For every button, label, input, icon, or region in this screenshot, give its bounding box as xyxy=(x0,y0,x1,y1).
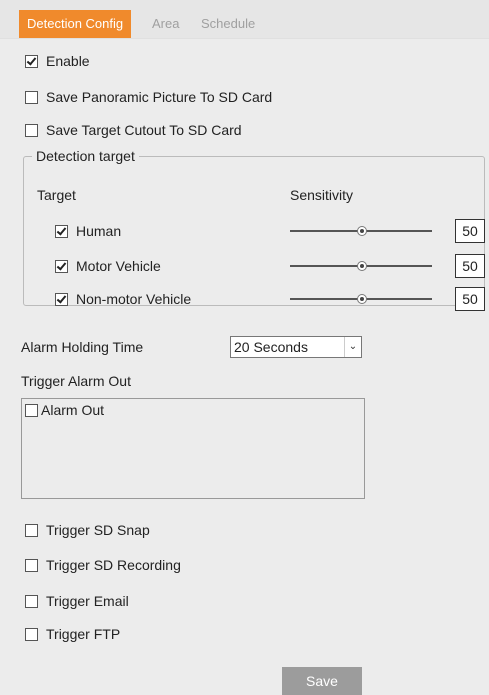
trigger-email-option[interactable]: Trigger Email xyxy=(25,593,129,609)
tab-detection-config[interactable]: Detection Config xyxy=(19,10,132,38)
human-slider-thumb[interactable] xyxy=(357,226,367,236)
motor-vehicle-slider-thumb[interactable] xyxy=(357,261,367,271)
non-motor-vehicle-slider-thumb[interactable] xyxy=(357,294,367,304)
save-panoramic-option[interactable]: Save Panoramic Picture To SD Card xyxy=(25,89,272,105)
tab-area[interactable]: Area xyxy=(152,10,179,38)
trigger-sd-snap-option[interactable]: Trigger SD Snap xyxy=(25,522,150,538)
tab-bar: Detection Config Area Schedule xyxy=(0,0,489,39)
trigger-ftp-checkbox[interactable] xyxy=(25,627,38,641)
trigger-ftp-option[interactable]: Trigger FTP xyxy=(25,626,120,642)
tab-schedule[interactable]: Schedule xyxy=(201,10,255,38)
non-motor-vehicle-sensitivity-value[interactable]: 50 xyxy=(455,287,485,311)
target-motor-vehicle[interactable]: Motor Vehicle xyxy=(55,258,161,274)
sensitivity-header: Sensitivity xyxy=(290,187,354,203)
enable-option[interactable]: Enable xyxy=(25,53,90,69)
save-panoramic-checkbox[interactable] xyxy=(25,90,38,104)
human-checkbox[interactable] xyxy=(55,224,68,238)
alarm-out-checkbox[interactable] xyxy=(25,403,38,417)
alarm-holding-select[interactable]: 20 Seconds ⌄ xyxy=(230,336,362,358)
save-panoramic-label: Save Panoramic Picture To SD Card xyxy=(46,89,273,105)
human-sensitivity-value[interactable]: 50 xyxy=(455,219,485,243)
save-cutout-label: Save Target Cutout To SD Card xyxy=(46,122,242,138)
save-cutout-option[interactable]: Save Target Cutout To SD Card xyxy=(25,122,242,138)
enable-label: Enable xyxy=(46,53,90,69)
target-header: Target xyxy=(37,187,76,203)
trigger-sd-recording-label: Trigger SD Recording xyxy=(46,557,181,573)
trigger-alarm-out-label: Trigger Alarm Out xyxy=(21,373,131,389)
motor-vehicle-sensitivity-value[interactable]: 50 xyxy=(455,254,485,278)
non-motor-vehicle-checkbox[interactable] xyxy=(55,292,68,306)
target-non-motor-vehicle[interactable]: Non-motor Vehicle xyxy=(55,291,191,307)
save-cutout-checkbox[interactable] xyxy=(25,123,38,137)
trigger-email-label: Trigger Email xyxy=(46,593,129,609)
alarm-holding-label: Alarm Holding Time xyxy=(21,339,144,355)
trigger-ftp-label: Trigger FTP xyxy=(46,626,121,642)
enable-checkbox[interactable] xyxy=(25,54,38,68)
trigger-sd-snap-label: Trigger SD Snap xyxy=(46,522,150,538)
trigger-email-checkbox[interactable] xyxy=(25,594,38,608)
alarm-out-item[interactable]: Alarm Out xyxy=(25,402,104,418)
trigger-sd-recording-option[interactable]: Trigger SD Recording xyxy=(25,557,181,573)
motor-vehicle-label: Motor Vehicle xyxy=(76,258,161,274)
detection-target-legend: Detection target xyxy=(32,148,139,164)
save-button[interactable]: Save xyxy=(282,667,362,695)
alarm-out-list[interactable]: Alarm Out xyxy=(21,398,365,499)
non-motor-vehicle-label: Non-motor Vehicle xyxy=(76,291,192,307)
alarm-holding-value: 20 Seconds xyxy=(234,339,308,355)
trigger-sd-recording-checkbox[interactable] xyxy=(25,558,38,572)
human-label: Human xyxy=(76,223,122,239)
trigger-sd-snap-checkbox[interactable] xyxy=(25,523,38,537)
motor-vehicle-checkbox[interactable] xyxy=(55,259,68,273)
alarm-out-label: Alarm Out xyxy=(41,402,105,418)
chevron-down-icon[interactable]: ⌄ xyxy=(344,337,361,357)
target-human[interactable]: Human xyxy=(55,223,121,239)
